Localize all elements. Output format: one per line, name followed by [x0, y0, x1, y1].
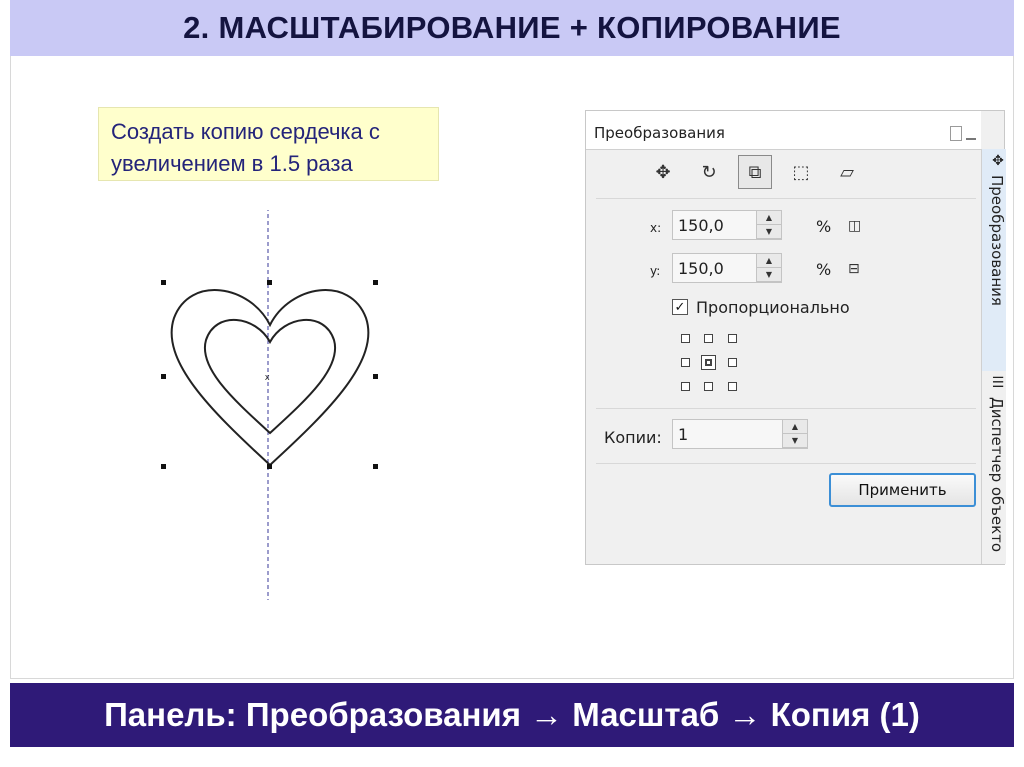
tab-transformations-label: Преобразования [988, 175, 1006, 306]
heart-drawing: x [161, 210, 378, 600]
tab-object-manager-label: Диспетчер объекто [988, 397, 1006, 553]
proportional-checkbox[interactable]: ✓ [672, 299, 688, 315]
copies-label: Копии: [604, 428, 662, 447]
y-spinner[interactable]: ▲ ▼ [756, 254, 781, 282]
handle-ml [161, 374, 166, 379]
anchor-grid [674, 326, 744, 398]
anchor-bottom-right[interactable] [721, 374, 744, 398]
mirror-vertical-icon[interactable]: ⊟ [848, 261, 860, 277]
anchor-top-right[interactable] [721, 326, 744, 350]
y-scale-field[interactable]: 150,0 ▲ ▼ [672, 253, 782, 283]
handle-tl [161, 280, 166, 285]
handle-br [373, 464, 378, 469]
x-spinner[interactable]: ▲ ▼ [756, 211, 781, 239]
task-note: Создать копию сердечка с увеличением в 1… [98, 107, 439, 181]
anchor-bottom-left[interactable] [674, 374, 697, 398]
up-icon: ▲ [783, 420, 807, 434]
tab-object-manager[interactable]: ☰ Диспетчер объекто [982, 371, 1006, 564]
up-icon: ▲ [757, 254, 781, 268]
y-scale-value: 150,0 [678, 258, 724, 278]
up-icon: ▲ [757, 211, 781, 225]
skew-icon[interactable]: ▱ [830, 155, 864, 189]
transform-toolbar: ✥ ↻ ⧉ ⬚ ▱ [646, 155, 864, 191]
heart-inner [203, 318, 337, 435]
separator [596, 408, 976, 409]
size-icon[interactable]: ⬚ [784, 155, 818, 189]
transform-panel: Преобразования ✥ ↻ ⧉ ⬚ ▱ x: 150,0 ▲ ▼ % ◫… [585, 110, 1006, 565]
minimize-icon[interactable] [966, 138, 976, 140]
handle-bl [161, 464, 166, 469]
panel-title: Преобразования [594, 124, 725, 142]
move-icon[interactable]: ✥ [646, 155, 680, 189]
y-unit: % [816, 260, 832, 279]
down-icon: ▼ [757, 268, 781, 282]
y-label: y: [650, 264, 661, 278]
maximize-icon[interactable] [950, 126, 962, 141]
panel-header: Преобразования [586, 111, 981, 150]
slide-title: 2. МАСШТАБИРОВАНИЕ + КОПИРОВАНИЕ [183, 10, 841, 45]
copies-spinner[interactable]: ▲ ▼ [782, 420, 807, 448]
heart-outer [170, 289, 370, 467]
anchor-middle-right[interactable] [721, 350, 744, 374]
mirror-horizontal-icon[interactable]: ◫ [848, 218, 861, 234]
down-icon: ▼ [757, 225, 781, 239]
object-manager-icon: ☰ [990, 375, 1006, 391]
rotate-icon[interactable]: ↻ [692, 155, 726, 189]
handle-mr [373, 374, 378, 379]
anchor-top-left[interactable] [674, 326, 697, 350]
copies-value: 1 [678, 424, 689, 444]
x-label: x: [650, 221, 662, 235]
center-mark: x [265, 372, 270, 382]
handle-tc [267, 280, 272, 285]
scale-icon[interactable]: ⧉ [738, 155, 772, 189]
transform-tab-icon: ✥ [990, 153, 1006, 169]
slide-title-bar: 2. МАСШТАБИРОВАНИЕ + КОПИРОВАНИЕ [10, 0, 1014, 56]
slide-footer: Панель: Преобразования → Масштаб → Копия… [10, 683, 1014, 747]
x-unit: % [816, 217, 832, 236]
anchor-bottom-center[interactable] [697, 374, 720, 398]
x-scale-value: 150,0 [678, 215, 724, 235]
handle-tr [373, 280, 378, 285]
separator [596, 198, 976, 199]
separator [596, 463, 976, 464]
anchor-middle-left[interactable] [674, 350, 697, 374]
anchor-center[interactable] [697, 350, 720, 374]
apply-button[interactable]: Применить [829, 473, 976, 507]
copies-field[interactable]: 1 ▲ ▼ [672, 419, 808, 449]
footer-text: Панель: Преобразования → Масштаб → Копия… [104, 696, 920, 733]
down-icon: ▼ [783, 434, 807, 448]
docker-tabs: ✥ Преобразования ☰ Диспетчер объекто [981, 149, 1006, 564]
handle-bc [267, 464, 272, 469]
tab-transformations[interactable]: ✥ Преобразования [982, 149, 1006, 371]
selection-handles [161, 280, 378, 469]
anchor-top-center[interactable] [697, 326, 720, 350]
proportional-label: Пропорционально [696, 298, 850, 317]
x-scale-field[interactable]: 150,0 ▲ ▼ [672, 210, 782, 240]
